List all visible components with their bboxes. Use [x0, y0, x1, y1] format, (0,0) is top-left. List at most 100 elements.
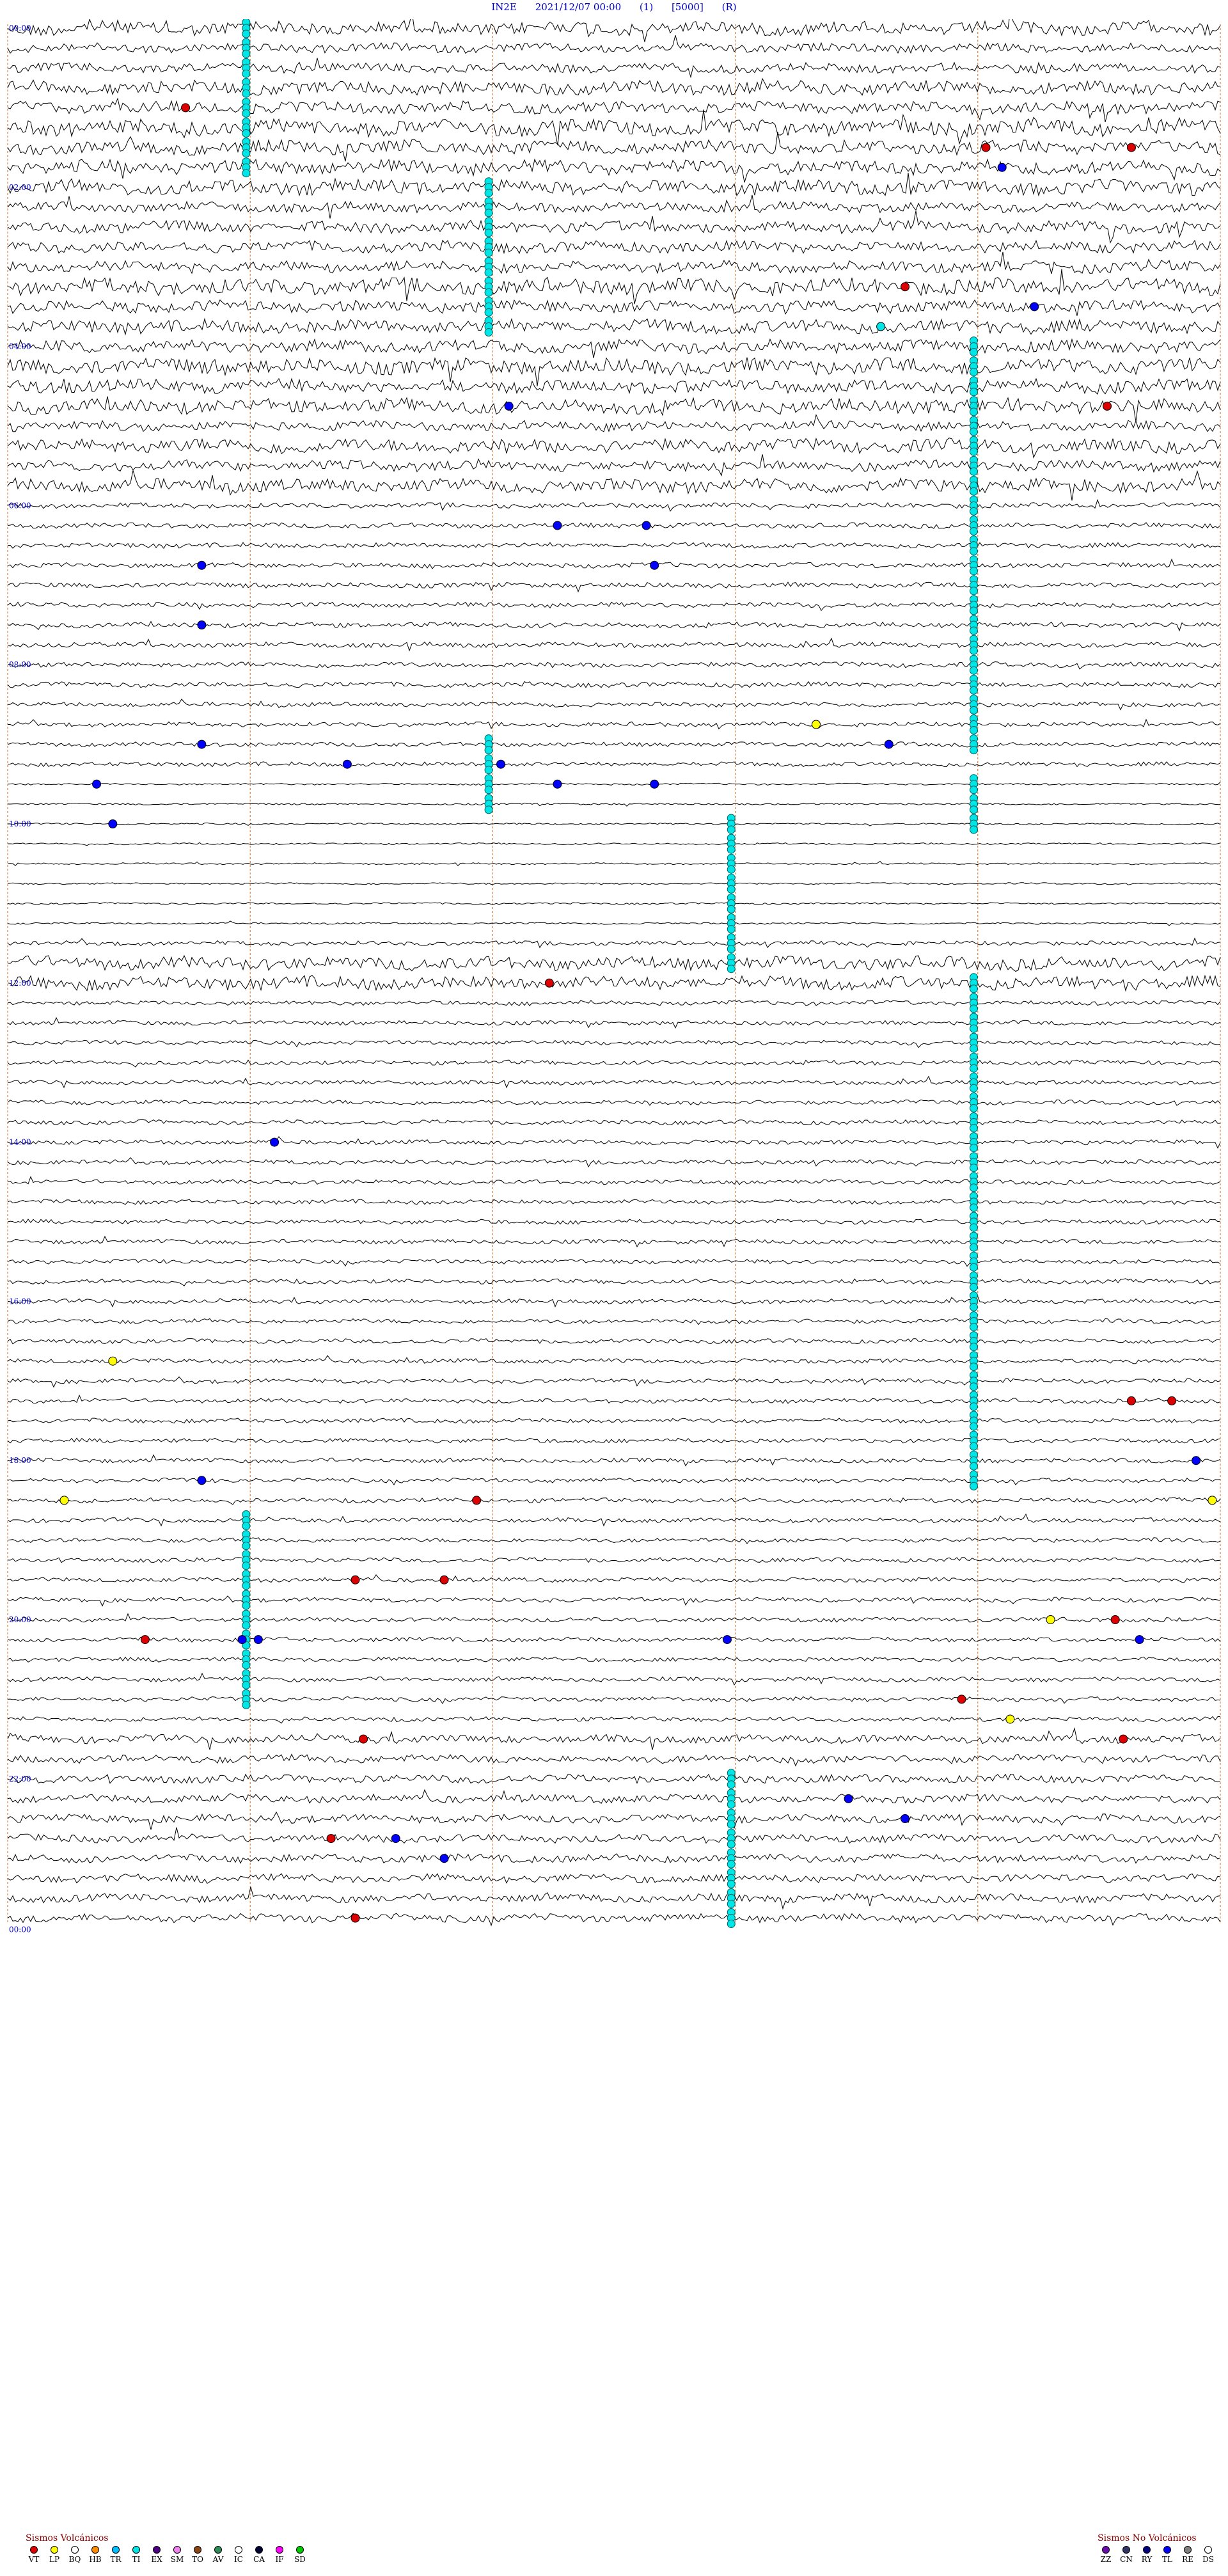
- tremor-marker: [484, 328, 493, 336]
- tremor-marker: [242, 169, 251, 178]
- event-marker-tl: [197, 1476, 207, 1485]
- trace-row: [7, 542, 1221, 549]
- trace-row: [7, 1394, 1221, 1404]
- trace-row: [7, 454, 1221, 477]
- trace-row: [7, 1294, 1221, 1308]
- tremor-marker: [969, 368, 978, 377]
- tremor-marker: [969, 1223, 978, 1232]
- tremor-marker: [242, 1581, 251, 1590]
- legend-dot: [153, 2546, 161, 2554]
- event-marker-tl: [553, 521, 562, 530]
- legend-dot: [1184, 2546, 1192, 2554]
- trace-row: [7, 637, 1221, 652]
- trace-row: [7, 1913, 1221, 1927]
- trace-row: [7, 802, 1221, 807]
- legend-code: IC: [234, 2555, 243, 2564]
- event-marker-lp: [812, 720, 821, 729]
- event-marker-tl: [553, 779, 562, 789]
- legend-nonvolcanic-item: DS: [1200, 2546, 1216, 2564]
- tremor-marker: [484, 786, 493, 794]
- tremor-marker: [242, 1700, 251, 1709]
- event-marker-tl: [901, 1814, 910, 1823]
- tremor-marker: [727, 845, 736, 854]
- trace-row: [7, 1258, 1221, 1267]
- event-marker-vt: [350, 1575, 360, 1584]
- legend-volcanic-item: IC: [230, 2546, 247, 2564]
- trace-row: [7, 1075, 1221, 1089]
- chart-flag: (R): [721, 1, 737, 13]
- trace-row: [7, 620, 1221, 632]
- trace-row: [7, 377, 1221, 395]
- tremor-marker: [242, 129, 251, 138]
- hour-label: 10:00: [9, 819, 31, 828]
- legend-code: SD: [294, 2555, 306, 2564]
- trace-row: [7, 681, 1221, 688]
- trace-row: [7, 1199, 1221, 1205]
- legend-dot: [173, 2546, 181, 2554]
- event-marker-tl: [237, 1635, 247, 1645]
- event-marker-tl: [504, 401, 514, 411]
- tremor-marker: [242, 149, 251, 158]
- event-marker-vt: [326, 1834, 336, 1844]
- tremor-marker: [969, 547, 978, 556]
- trace-row: [7, 954, 1221, 972]
- legend-volcanic-title: Sismos Volcánicos: [26, 2533, 109, 2543]
- legend-nonvolcanic-title: Sismos No Volcánicos: [1098, 2533, 1197, 2543]
- tremor-marker: [969, 1064, 978, 1073]
- legend-code: TR: [110, 2555, 122, 2564]
- trace-row: [7, 902, 1221, 905]
- trace-row: [7, 1278, 1221, 1286]
- trace-row: [7, 396, 1221, 422]
- event-marker-vt: [1119, 1734, 1128, 1744]
- tremor-marker: [969, 1363, 978, 1371]
- trace-row: [7, 1574, 1221, 1583]
- legend-code: CA: [253, 2555, 265, 2564]
- trace-row: [7, 1039, 1221, 1048]
- trace-row: [7, 1753, 1221, 1767]
- legend-code: DS: [1202, 2555, 1214, 2564]
- trace-row: [7, 1827, 1221, 1844]
- event-marker-lp: [1208, 1496, 1217, 1505]
- tremor-marker: [969, 984, 978, 993]
- tremor-marker: [969, 1044, 978, 1053]
- legend-dot: [255, 2546, 263, 2554]
- trace-row: [7, 109, 1221, 146]
- tremor-marker: [242, 29, 251, 38]
- tremor-marker: [969, 646, 978, 655]
- trace-row: [7, 1853, 1221, 1864]
- event-marker-tl: [496, 759, 506, 769]
- trace-row: [7, 1136, 1221, 1149]
- trace-row: [7, 1176, 1221, 1185]
- event-marker-tl: [197, 739, 207, 749]
- trace-row: [7, 173, 1221, 197]
- tremor-marker: [727, 825, 736, 834]
- legend-code: AV: [212, 2555, 224, 2564]
- tremor-marker: [969, 786, 978, 794]
- trace-row: [7, 1886, 1221, 1910]
- legend-volcanic-item: SM: [169, 2546, 185, 2564]
- event-marker-tl: [270, 1137, 279, 1147]
- event-marker-tl: [997, 162, 1007, 172]
- tremor-marker: [727, 1840, 736, 1849]
- trace-row: [7, 210, 1221, 244]
- legend-code: CN: [1120, 2555, 1133, 2564]
- hour-label: 00:00: [9, 1925, 31, 1934]
- trace-row: [7, 860, 1221, 867]
- legend-dot: [1204, 2546, 1212, 2554]
- trace-row: [7, 1477, 1221, 1486]
- event-marker-tl: [92, 779, 102, 789]
- trace-row: [7, 1613, 1220, 1623]
- trace-row: [7, 601, 1221, 612]
- trace-row: [7, 1497, 1221, 1505]
- legend-volcanic-item: CA: [251, 2546, 267, 2564]
- trace-row: [7, 1376, 1221, 1388]
- hour-label: 00:00: [9, 24, 31, 33]
- tremor-marker: [484, 248, 493, 257]
- trace-row: [7, 1873, 1221, 1884]
- tremor-marker: [242, 1661, 251, 1670]
- event-marker-vt: [181, 103, 191, 113]
- legend-volcanic-item: SD: [292, 2546, 308, 2564]
- trace-row: [7, 357, 1221, 386]
- tremor-marker: [969, 606, 978, 615]
- tremor-marker: [969, 1004, 978, 1013]
